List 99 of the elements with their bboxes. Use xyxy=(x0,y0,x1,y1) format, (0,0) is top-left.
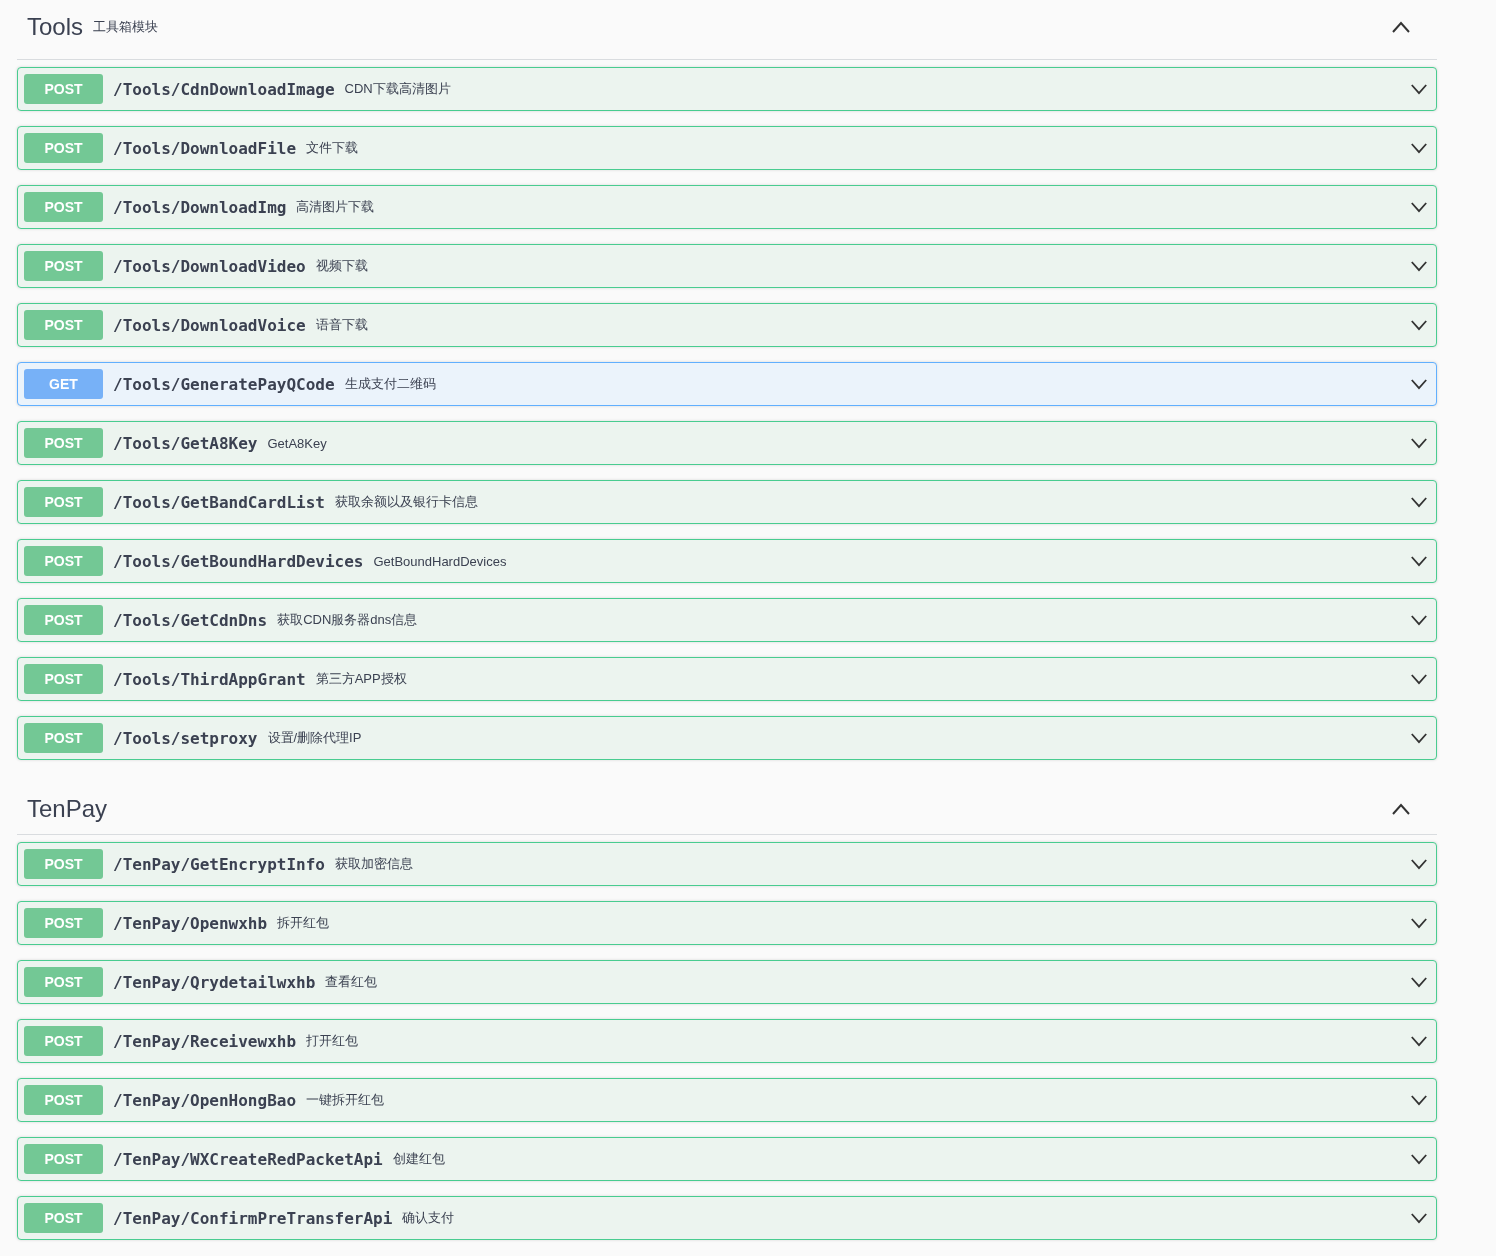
chevron-icon[interactable] xyxy=(1410,858,1428,870)
operation-row[interactable]: POST /Tools/GetBandCardList 获取余额以及银行卡信息 xyxy=(17,480,1437,524)
operation-summary: 获取余额以及银行卡信息 xyxy=(334,493,478,511)
operation-path: /Tools/GetBoundHardDevices xyxy=(113,551,364,571)
operation-row[interactable]: POST /TenPay/WXCreateRedPacketApi 创建红包 xyxy=(17,1137,1437,1181)
operation-row[interactable]: POST /TenPay/Qrydetailwxhb 查看红包 xyxy=(17,960,1437,1004)
chevron-icon[interactable] xyxy=(1410,732,1428,744)
chevron-icon[interactable] xyxy=(1410,83,1428,95)
method-badge: POST xyxy=(24,908,103,938)
method-badge: POST xyxy=(24,546,103,576)
method-badge: POST xyxy=(24,487,103,517)
operation-path: /Tools/GetCdnDns xyxy=(113,610,268,630)
chevron-icon[interactable] xyxy=(1410,673,1428,685)
operation-summary: 获取CDN服务器dns信息 xyxy=(277,611,418,629)
chevron-icon[interactable] xyxy=(1410,142,1428,154)
operation-summary: 设置/删除代理IP xyxy=(267,729,362,747)
operation-path: /Tools/DownloadVoice xyxy=(113,315,306,335)
operation-row[interactable]: POST /Tools/GetA8Key GetA8Key xyxy=(17,421,1437,465)
operation-summary: 文件下载 xyxy=(306,139,359,157)
operation-summary: 生成支付二维码 xyxy=(344,375,436,393)
operation-row[interactable]: POST /Tools/DownloadImg 高清图片下载 xyxy=(17,185,1437,229)
operation-summary: 确认支付 xyxy=(402,1209,455,1227)
method-badge: POST xyxy=(24,310,103,340)
chevron-icon[interactable] xyxy=(1410,1035,1428,1047)
operation-summary: 高清图片下载 xyxy=(296,198,375,216)
operation-path: /Tools/GetA8Key xyxy=(113,433,258,453)
operation-path: /Tools/CdnDownloadImage xyxy=(113,79,335,99)
chevron-icon[interactable] xyxy=(1410,1094,1428,1106)
operation-path: /TenPay/WXCreateRedPacketApi xyxy=(113,1149,383,1169)
operation-path: /Tools/GetBandCardList xyxy=(113,492,325,512)
section-title[interactable]: TenPay xyxy=(27,794,108,823)
operation-path: /TenPay/Receivewxhb xyxy=(113,1031,297,1051)
operation-path: /TenPay/GetEncryptInfo xyxy=(113,854,325,874)
operation-path: /Tools/DownloadFile xyxy=(113,138,297,158)
operation-row[interactable]: POST /Tools/GetCdnDns 获取CDN服务器dns信息 xyxy=(17,598,1437,642)
method-badge: POST xyxy=(24,967,103,997)
chevron-icon[interactable] xyxy=(1410,496,1428,508)
operation-row[interactable]: POST /Tools/CdnDownloadImage CDN下载高清图片 xyxy=(17,67,1437,111)
operation-summary: 拆开红包 xyxy=(277,914,330,932)
chevron-icon[interactable] xyxy=(1410,976,1428,988)
operation-summary: 一键拆开红包 xyxy=(306,1091,385,1109)
method-badge: POST xyxy=(24,1203,103,1233)
operation-summary: 打开红包 xyxy=(306,1032,359,1050)
operation-summary: GetBoundHardDevices xyxy=(373,553,507,569)
operation-row[interactable]: POST /Tools/DownloadVoice 语音下载 xyxy=(17,303,1437,347)
operation-row[interactable]: POST /Tools/DownloadFile 文件下载 xyxy=(17,126,1437,170)
chevron-icon[interactable] xyxy=(1410,1212,1428,1224)
method-badge: POST xyxy=(24,605,103,635)
operation-summary: CDN下载高清图片 xyxy=(344,80,451,98)
operation-row[interactable]: POST /Tools/DownloadVideo 视频下载 xyxy=(17,244,1437,288)
chevron-icon[interactable] xyxy=(1410,378,1428,390)
method-badge: POST xyxy=(24,428,103,458)
operation-summary: GetA8Key xyxy=(267,435,327,451)
chevron-icon[interactable] xyxy=(1410,555,1428,567)
chevron-icon[interactable] xyxy=(1410,614,1428,626)
operation-row[interactable]: POST /TenPay/ConfirmPreTransferApi 确认支付 xyxy=(17,1196,1437,1240)
operation-row[interactable]: POST /TenPay/Openwxhb 拆开红包 xyxy=(17,901,1437,945)
operation-path: /TenPay/Openwxhb xyxy=(113,913,268,933)
operation-path: /Tools/DownloadVideo xyxy=(113,256,306,276)
operation-row[interactable]: POST /Tools/setproxy 设置/删除代理IP xyxy=(17,716,1437,760)
method-badge: POST xyxy=(24,1026,103,1056)
chevron-icon[interactable] xyxy=(1410,1153,1428,1165)
method-badge: POST xyxy=(24,74,103,104)
method-badge: POST xyxy=(24,664,103,694)
operation-summary: 语音下载 xyxy=(315,316,368,334)
method-badge: POST xyxy=(24,133,103,163)
chevron-icon[interactable] xyxy=(1391,20,1411,33)
operation-row[interactable]: POST /TenPay/Receivewxhb 打开红包 xyxy=(17,1019,1437,1063)
chevron-icon[interactable] xyxy=(1410,437,1428,449)
operation-summary: 获取加密信息 xyxy=(334,855,413,873)
operation-row[interactable]: POST /TenPay/GetEncryptInfo 获取加密信息 xyxy=(17,842,1437,886)
operation-row[interactable]: POST /Tools/GetBoundHardDevices GetBoundHardDevices xyxy=(17,539,1437,583)
operation-row[interactable]: POST /Tools/ThirdAppGrant 第三方APP授权 xyxy=(17,657,1437,701)
operation-summary: 第三方APP授权 xyxy=(315,670,407,688)
method-badge: POST xyxy=(24,192,103,222)
operation-path: /TenPay/ConfirmPreTransferApi xyxy=(113,1208,393,1228)
section-title[interactable]: Tools xyxy=(27,12,84,41)
operation-path: /Tools/setproxy xyxy=(113,728,258,748)
method-badge: POST xyxy=(24,251,103,281)
operation-row[interactable]: POST /TenPay/OpenHongBao 一键拆开红包 xyxy=(17,1078,1437,1122)
operation-path: /Tools/DownloadImg xyxy=(113,197,287,217)
operation-path: /Tools/ThirdAppGrant xyxy=(113,669,306,689)
chevron-icon[interactable] xyxy=(1391,802,1411,815)
method-badge: GET xyxy=(24,369,103,399)
operation-summary: 创建红包 xyxy=(392,1150,445,1168)
method-badge: POST xyxy=(24,1085,103,1115)
operation-summary: 视频下载 xyxy=(315,257,368,275)
chevron-icon[interactable] xyxy=(1410,260,1428,272)
operation-summary: 查看红包 xyxy=(325,973,378,991)
method-badge: POST xyxy=(24,849,103,879)
chevron-icon[interactable] xyxy=(1410,917,1428,929)
operation-path: /Tools/GeneratePayQCode xyxy=(113,374,335,394)
section-description: 工具箱模块 xyxy=(93,17,159,36)
chevron-icon[interactable] xyxy=(1410,319,1428,331)
chevron-icon[interactable] xyxy=(1410,201,1428,213)
method-badge: POST xyxy=(24,723,103,753)
method-badge: POST xyxy=(24,1144,103,1174)
operation-path: /TenPay/OpenHongBao xyxy=(113,1090,297,1110)
operation-path: /TenPay/Qrydetailwxhb xyxy=(113,972,316,992)
